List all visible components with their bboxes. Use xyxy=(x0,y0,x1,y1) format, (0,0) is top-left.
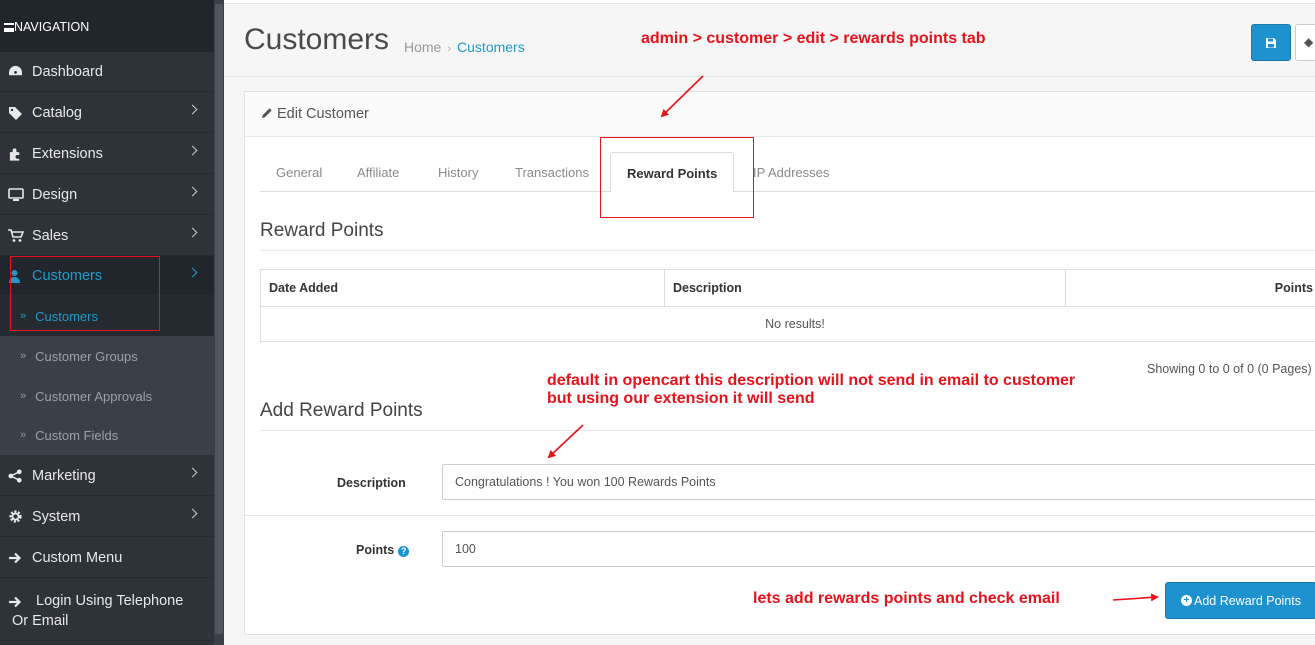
tab-affiliate[interactable]: Affiliate xyxy=(341,152,415,192)
chevron-right-icon xyxy=(187,467,198,478)
highlight-box-reward-tab xyxy=(600,137,754,218)
reward-points-title: Reward Points xyxy=(260,220,384,241)
sidebar-item-label: Login Using Telephone Or Email xyxy=(12,593,184,629)
sidebar-scrollbar[interactable] xyxy=(214,0,224,645)
sidebar-item-label: System xyxy=(32,508,81,525)
annotation-bottom: lets add rewards points and check email xyxy=(753,590,1060,607)
sidebar-subitem-label: Custom Fields xyxy=(35,427,119,443)
sidebar-subitem-label: Customer Groups xyxy=(35,348,138,364)
breadcrumb-home[interactable]: Home xyxy=(404,39,441,55)
dashboard-icon xyxy=(8,64,28,80)
sidebar-item-login-telephone[interactable]: Login Using Telephone Or Email xyxy=(0,579,214,641)
floppy-disk-icon xyxy=(1266,37,1276,48)
column-header-date-added[interactable]: Date Added xyxy=(260,269,665,307)
cart-icon xyxy=(8,228,28,244)
annotation-middle-line2: but using our extension it will send xyxy=(547,390,815,407)
sidebar-item-label: Sales xyxy=(32,227,69,244)
tab-general[interactable]: General xyxy=(260,152,338,192)
sidebar-scroll-thumb[interactable] xyxy=(215,4,223,634)
nav-header-label: NAVIGATION xyxy=(14,20,90,34)
panel-heading: Edit Customer xyxy=(245,92,1315,137)
annotation-middle-line1: default in opencart this description wil… xyxy=(547,372,1076,389)
divider xyxy=(260,430,1315,431)
sidebar-item-label: Catalog xyxy=(32,104,82,121)
points-input[interactable] xyxy=(442,531,1315,567)
annotation-middle: default in opencart this description wil… xyxy=(547,372,1075,408)
chevron-right-icon xyxy=(187,145,198,156)
breadcrumb-separator-icon: › xyxy=(447,43,452,55)
breadcrumb-customers[interactable]: Customers xyxy=(457,39,525,55)
arrow-right-icon xyxy=(8,550,28,566)
double-chevron-icon: » xyxy=(20,350,27,362)
sidebar-subitem-custom-fields[interactable]: » Custom Fields xyxy=(0,415,214,455)
top-bar xyxy=(224,0,1315,4)
points-label: Points? xyxy=(356,543,410,557)
description-label: Description xyxy=(337,476,406,490)
divider xyxy=(245,515,1315,516)
nav-header[interactable]: NAVIGATION xyxy=(0,0,214,52)
tab-transactions[interactable]: Transactions xyxy=(499,152,605,192)
desktop-icon xyxy=(8,187,28,203)
points-label-text: Points xyxy=(356,543,395,557)
column-header-description[interactable]: Description xyxy=(664,269,1066,307)
divider xyxy=(260,250,1315,251)
page-title: Customers xyxy=(244,23,390,56)
edit-customer-panel: Edit Customer General Affiliate History … xyxy=(244,91,1315,635)
chevron-right-icon xyxy=(187,267,198,278)
pencil-icon xyxy=(261,93,273,138)
sidebar-item-marketing[interactable]: Marketing xyxy=(0,456,214,496)
empty-results: No results! xyxy=(260,306,1315,342)
sidebar-subitem-customer-groups[interactable]: » Customer Groups xyxy=(0,336,214,376)
back-button[interactable]: ◆ xyxy=(1295,24,1315,61)
save-button[interactable] xyxy=(1251,24,1291,61)
share-icon xyxy=(8,468,28,484)
menu-bars-icon xyxy=(4,23,14,32)
column-header-points[interactable]: Points xyxy=(1065,269,1315,307)
sidebar-item-label: Extensions xyxy=(32,145,103,162)
chevron-right-icon xyxy=(187,508,198,519)
panel-heading-text: Edit Customer xyxy=(277,106,369,122)
sidebar-item-catalog[interactable]: Catalog xyxy=(0,93,214,133)
pagination-info: Showing 0 to 0 of 0 (0 Pages) xyxy=(1147,362,1312,376)
highlight-box-customers-menu xyxy=(10,256,160,331)
double-chevron-icon: » xyxy=(20,429,27,441)
breadcrumb: Home › Customers xyxy=(404,39,525,55)
add-reward-points-label: Add Reward Points xyxy=(1193,593,1301,608)
table-row: No results! xyxy=(260,306,1315,342)
chevron-right-icon xyxy=(187,227,198,238)
question-circle-icon[interactable]: ? xyxy=(398,546,410,557)
reward-points-table: Date Added Description Points No results… xyxy=(260,269,1315,342)
puzzle-icon xyxy=(8,146,28,162)
sidebar-subitem-label: Customer Approvals xyxy=(35,388,153,404)
cog-icon xyxy=(8,509,28,525)
sidebar-item-extensions[interactable]: Extensions xyxy=(0,134,214,174)
sidebar-item-system[interactable]: System xyxy=(0,497,214,537)
table-header-row: Date Added Description Points xyxy=(260,269,1315,307)
description-input[interactable] xyxy=(442,464,1315,500)
annotation-top: admin > customer > edit > rewards points… xyxy=(641,30,986,47)
chevron-right-icon xyxy=(187,104,198,115)
double-chevron-icon: » xyxy=(20,390,27,402)
sidebar-item-sales[interactable]: Sales xyxy=(0,216,214,256)
sidebar-item-label: Design xyxy=(32,186,78,203)
sidebar-item-dashboard[interactable]: Dashboard xyxy=(0,52,214,92)
sidebar-item-label: Custom Menu xyxy=(32,549,123,566)
tab-history[interactable]: History xyxy=(422,152,494,192)
plus-circle-icon: + xyxy=(1180,595,1192,606)
sidebar-subitem-customer-approvals[interactable]: » Customer Approvals xyxy=(0,376,214,416)
add-reward-points-title: Add Reward Points xyxy=(260,400,423,421)
tags-icon xyxy=(8,105,28,121)
chevron-right-icon xyxy=(187,186,198,197)
tab-bar: General Affiliate History Transactions R… xyxy=(260,152,1315,193)
sidebar-item-label: Marketing xyxy=(32,467,96,484)
sidebar-item-label: Dashboard xyxy=(32,63,103,80)
reply-icon: ◆ xyxy=(1304,35,1314,49)
sidebar-item-design[interactable]: Design xyxy=(0,175,214,215)
sidebar-item-custom-menu[interactable]: Custom Menu xyxy=(0,538,214,578)
add-reward-points-button[interactable]: + Add Reward Points xyxy=(1165,582,1315,619)
